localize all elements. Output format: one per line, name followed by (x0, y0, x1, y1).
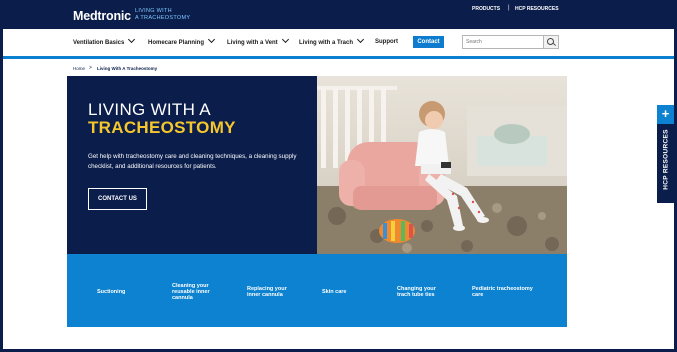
nav-label: Ventilation Basics (73, 40, 125, 46)
site-subtitle-line2: A TRACHEOSTOMY (135, 15, 191, 21)
breadcrumb-current: Living With A Tracheostomy (97, 66, 158, 71)
breadcrumb-separator: > (89, 65, 92, 71)
topic-suctioning[interactable]: Suctioning (97, 289, 147, 295)
child-in-chair-illustration (317, 76, 567, 254)
nav-ventilation-basics[interactable]: Ventilation Basics (73, 35, 136, 46)
topic-band: Suctioning Cleaning your reusable inner … (67, 254, 567, 327)
hero-title-line2: TRACHEOSTOMY (88, 118, 236, 137)
nav-label: Living with a Trach (299, 40, 354, 46)
hero-panel: LIVING WITH A TRACHEOSTOMY Get help with… (67, 76, 317, 254)
nav-divider (3, 56, 674, 59)
nav-label: Homecare Planning (148, 40, 205, 46)
nav-living-with-a-trach[interactable]: Living with a Trach (299, 35, 365, 46)
topic-skin-care[interactable]: Skin care (322, 289, 362, 295)
nav-label: Living with a Vent (227, 40, 278, 46)
contact-button[interactable]: Contact (413, 36, 444, 48)
chevron-down-icon (207, 35, 216, 44)
search-box (462, 35, 559, 49)
products-link[interactable]: PRODUCTS (472, 6, 500, 12)
topic-replacing-inner-cannula[interactable]: Replacing your inner cannula (247, 286, 299, 298)
chevron-down-icon (356, 35, 365, 44)
contact-us-button[interactable]: CONTACT US (88, 188, 147, 210)
topic-pediatric-care[interactable]: Pediatric tracheostomy care (472, 286, 534, 298)
top-links-separator: | (508, 5, 510, 11)
hcp-resources-label: HCP RESOURCES (662, 129, 670, 190)
nav-homecare-planning[interactable]: Homecare Planning (148, 35, 216, 46)
main-nav: Ventilation Basics Homecare Planning Liv… (3, 29, 674, 56)
hero-description: Get help with tracheostomy care and clea… (88, 153, 297, 170)
search-input[interactable] (463, 36, 546, 48)
top-bar: Medtronic LIVING WITH A TRACHEOSTOMY PRO… (3, 2, 674, 29)
breadcrumb-home[interactable]: Home (73, 66, 85, 71)
hero-title-line1: LIVING WITH A (88, 100, 211, 119)
site-subtitle: LIVING WITH A TRACHEOSTOMY (135, 8, 190, 22)
hcp-resources-link[interactable]: HCP RESOURCES (515, 6, 559, 12)
chevron-down-icon (128, 35, 136, 44)
search-icon-handle (553, 43, 556, 46)
hcp-resources-tab[interactable]: + HCP RESOURCES (657, 105, 674, 203)
nav-support[interactable]: Support (375, 39, 398, 45)
hero-photo (317, 76, 567, 254)
nav-label: Support (375, 39, 398, 45)
site-subtitle-line1: LIVING WITH (135, 8, 172, 14)
topic-changing-trach-ties[interactable]: Changing your trach tube ties (397, 286, 449, 298)
search-button[interactable] (543, 36, 558, 48)
nav-living-with-a-vent[interactable]: Living with a Vent (227, 35, 289, 46)
chevron-down-icon (281, 35, 289, 44)
page-frame: Medtronic LIVING WITH A TRACHEOSTOMY PRO… (3, 2, 674, 349)
medtronic-logo[interactable]: Medtronic (73, 9, 131, 23)
topic-cleaning-inner-cannula[interactable]: Cleaning your reusable inner cannula (172, 283, 224, 301)
